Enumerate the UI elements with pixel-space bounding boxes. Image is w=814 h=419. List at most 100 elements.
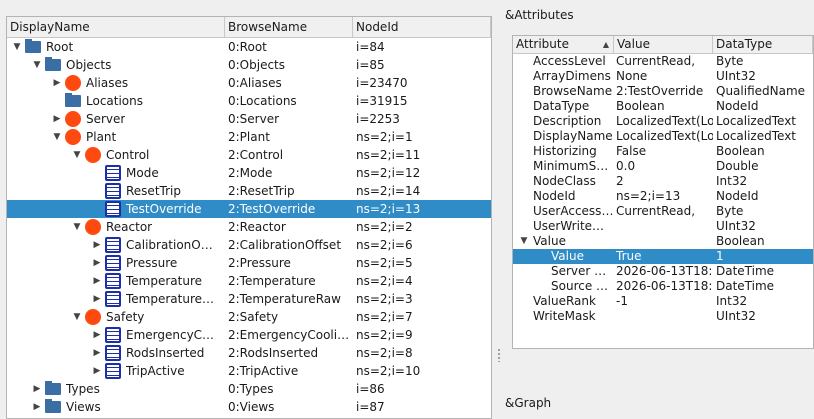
attribute-name: WriteMask xyxy=(533,309,596,323)
attribute-row[interactable]: NodeId ns=2;i=13 NodeId xyxy=(513,189,813,204)
tree-row[interactable]: ▶ Server 0:Server i=2253 xyxy=(7,110,491,128)
attribute-row[interactable]: ValueRank -1 Int32 xyxy=(513,294,813,309)
attribute-row[interactable]: MinimumSam 0.0 Double xyxy=(513,159,813,174)
attribute-row[interactable]: DataType Boolean NodeId xyxy=(513,99,813,114)
tree-row[interactable]: TestOverride 2:TestOverride ns=2;i=13 xyxy=(7,200,491,218)
attribute-row[interactable]: UserWriteMas UInt32 xyxy=(513,219,813,234)
tree-cell-displayname: ▶ Types xyxy=(7,380,225,398)
tree-row[interactable]: ▶ Types 0:Types i=86 xyxy=(7,380,491,398)
node-id: i=86 xyxy=(356,382,385,396)
node-id: i=87 xyxy=(356,400,385,414)
tree-row[interactable]: ▼ Safety 2:Safety ns=2;i=7 xyxy=(7,308,491,326)
variable-icon xyxy=(104,345,122,361)
node-id: i=23470 xyxy=(356,76,408,90)
tree-row[interactable]: ▶ Temperature… 2:TemperatureRaw ns=2;i=3 xyxy=(7,290,491,308)
tree-row[interactable]: ▼ Control 2:Control ns=2;i=11 xyxy=(7,146,491,164)
column-header-attribute-label: Attribute xyxy=(516,37,569,51)
tree-cell-displayname: ▶ TripActive xyxy=(7,362,225,380)
attribute-name-cell: DataType xyxy=(513,99,614,114)
attribute-row[interactable]: Source … 2026-06-13T18: DateTime xyxy=(513,279,813,294)
attribute-name-cell: UserAccessLe xyxy=(513,204,614,219)
attribute-row[interactable]: WriteMask UInt32 xyxy=(513,309,813,324)
node-browse-name: 2:Pressure xyxy=(228,256,291,270)
attribute-row[interactable]: AccessLevel CurrentRead, Byte xyxy=(513,54,813,69)
attribute-value: None xyxy=(616,69,648,83)
expanded-arrow-icon[interactable]: ▼ xyxy=(10,38,24,56)
attribute-datatype: UInt32 xyxy=(716,309,756,323)
attribute-row[interactable]: Description LocalizedText(Lo LocalizedText xyxy=(513,114,813,129)
node-id: ns=2;i=2 xyxy=(356,220,413,234)
tree-row[interactable]: ▶ Views 0:Views i=87 xyxy=(7,398,491,416)
no-arrow xyxy=(515,54,533,69)
expanded-arrow-icon[interactable]: ▼ xyxy=(515,234,533,249)
column-header-browsename[interactable]: BrowseName xyxy=(225,17,353,37)
object-icon xyxy=(84,147,102,163)
tree-row[interactable]: ▶ TripActive 2:TripActive ns=2;i=10 xyxy=(7,362,491,380)
column-header-value[interactable]: Value xyxy=(614,36,713,53)
tree-row[interactable]: Locations 0:Locations i=31915 xyxy=(7,92,491,110)
sort-ascending-icon: ▲ xyxy=(602,40,609,49)
attribute-value: True xyxy=(616,249,642,263)
expanded-arrow-icon[interactable]: ▼ xyxy=(70,218,84,236)
attribute-row[interactable]: ArrayDimens None UInt32 xyxy=(513,69,813,84)
collapsed-arrow-icon[interactable]: ▶ xyxy=(90,362,104,380)
attribute-row[interactable]: ▼ Value Boolean xyxy=(513,234,813,249)
expanded-arrow-icon[interactable]: ▼ xyxy=(70,308,84,326)
tree-row[interactable]: Mode 2:Mode ns=2;i=12 xyxy=(7,164,491,182)
node-display-name: Aliases xyxy=(86,76,129,90)
node-display-name: RodsInserted xyxy=(126,346,205,360)
tree-row[interactable]: ▶ RodsInserted 2:RodsInserted ns=2;i=8 xyxy=(7,344,491,362)
collapsed-arrow-icon[interactable]: ▶ xyxy=(90,272,104,290)
address-space-tree[interactable]: DisplayName BrowseName NodeId ▼ Root 0:Roo… xyxy=(6,16,492,419)
tree-row[interactable]: ▶ Aliases 0:Aliases i=23470 xyxy=(7,74,491,92)
column-header-attribute[interactable]: Attribute ▲ xyxy=(513,36,614,53)
attribute-row[interactable]: UserAccessLe CurrentRead, Byte xyxy=(513,204,813,219)
expanded-arrow-icon[interactable]: ▼ xyxy=(30,56,44,74)
attribute-row[interactable]: Server … 2026-06-13T18: DateTime xyxy=(513,264,813,279)
tree-row[interactable]: ▼ Plant 2:Plant ns=2;i=1 xyxy=(7,128,491,146)
attribute-value: False xyxy=(616,144,647,158)
tree-row[interactable]: ▶ Temperature 2:Temperature ns=2;i=4 xyxy=(7,272,491,290)
tree-row[interactable]: ▼ Objects 0:Objects i=85 xyxy=(7,56,491,74)
node-browse-name: 2:RodsInserted xyxy=(228,346,319,360)
attribute-row[interactable]: Historizing False Boolean xyxy=(513,144,813,159)
node-browse-name: 2:ResetTrip xyxy=(228,184,295,198)
no-arrow xyxy=(515,294,533,309)
attribute-row[interactable]: Value True 1 xyxy=(513,249,813,264)
attribute-row[interactable]: BrowseName 2:TestOverride QualifiedName xyxy=(513,84,813,99)
attribute-name-cell: ▼ Value xyxy=(513,234,614,249)
collapsed-arrow-icon[interactable]: ▶ xyxy=(50,74,64,92)
tree-row[interactable]: ▶ Pressure 2:Pressure ns=2;i=5 xyxy=(7,254,491,272)
attribute-name-cell: ValueRank xyxy=(513,294,614,309)
attribute-row[interactable]: DisplayName LocalizedText(Lo LocalizedText xyxy=(513,129,813,144)
splitter-handle[interactable] xyxy=(497,348,501,362)
graph-dock-title: &Graph xyxy=(505,396,552,410)
tree-cell-displayname: ▼ Safety xyxy=(7,308,225,326)
column-header-datatype[interactable]: DataType xyxy=(713,36,813,53)
collapsed-arrow-icon[interactable]: ▶ xyxy=(50,110,64,128)
column-header-nodeid[interactable]: NodeId xyxy=(353,17,491,37)
tree-row[interactable]: ▼ Reactor 2:Reactor ns=2;i=2 xyxy=(7,218,491,236)
expanded-arrow-icon[interactable]: ▼ xyxy=(70,146,84,164)
collapsed-arrow-icon[interactable]: ▶ xyxy=(90,326,104,344)
attribute-value: 2:TestOverride xyxy=(616,84,704,98)
tree-row[interactable]: ▶ EmergencyC… 2:EmergencyCooli… ns=2;i=9 xyxy=(7,326,491,344)
tree-row[interactable]: ▶ CalibrationO… 2:CalibrationOffset ns=2;i=… xyxy=(7,236,491,254)
variable-icon xyxy=(104,363,122,379)
tree-row[interactable]: ResetTrip 2:ResetTrip ns=2;i=14 xyxy=(7,182,491,200)
no-arrow xyxy=(515,69,533,84)
attribute-value: 2026-06-13T18: xyxy=(616,279,713,293)
collapsed-arrow-icon[interactable]: ▶ xyxy=(90,254,104,272)
column-header-displayname[interactable]: DisplayName xyxy=(7,17,225,37)
attribute-value: ns=2;i=13 xyxy=(616,189,681,203)
expanded-arrow-icon[interactable]: ▼ xyxy=(50,128,64,146)
attributes-table[interactable]: Attribute ▲ Value DataType AccessLevel Cu… xyxy=(512,35,814,349)
tree-row[interactable]: ▼ Root 0:Root i=84 xyxy=(7,38,491,56)
collapsed-arrow-icon[interactable]: ▶ xyxy=(30,380,44,398)
collapsed-arrow-icon[interactable]: ▶ xyxy=(90,290,104,308)
collapsed-arrow-icon[interactable]: ▶ xyxy=(30,398,44,416)
variable-icon xyxy=(104,165,122,181)
attribute-row[interactable]: NodeClass 2 Int32 xyxy=(513,174,813,189)
collapsed-arrow-icon[interactable]: ▶ xyxy=(90,236,104,254)
collapsed-arrow-icon[interactable]: ▶ xyxy=(90,344,104,362)
